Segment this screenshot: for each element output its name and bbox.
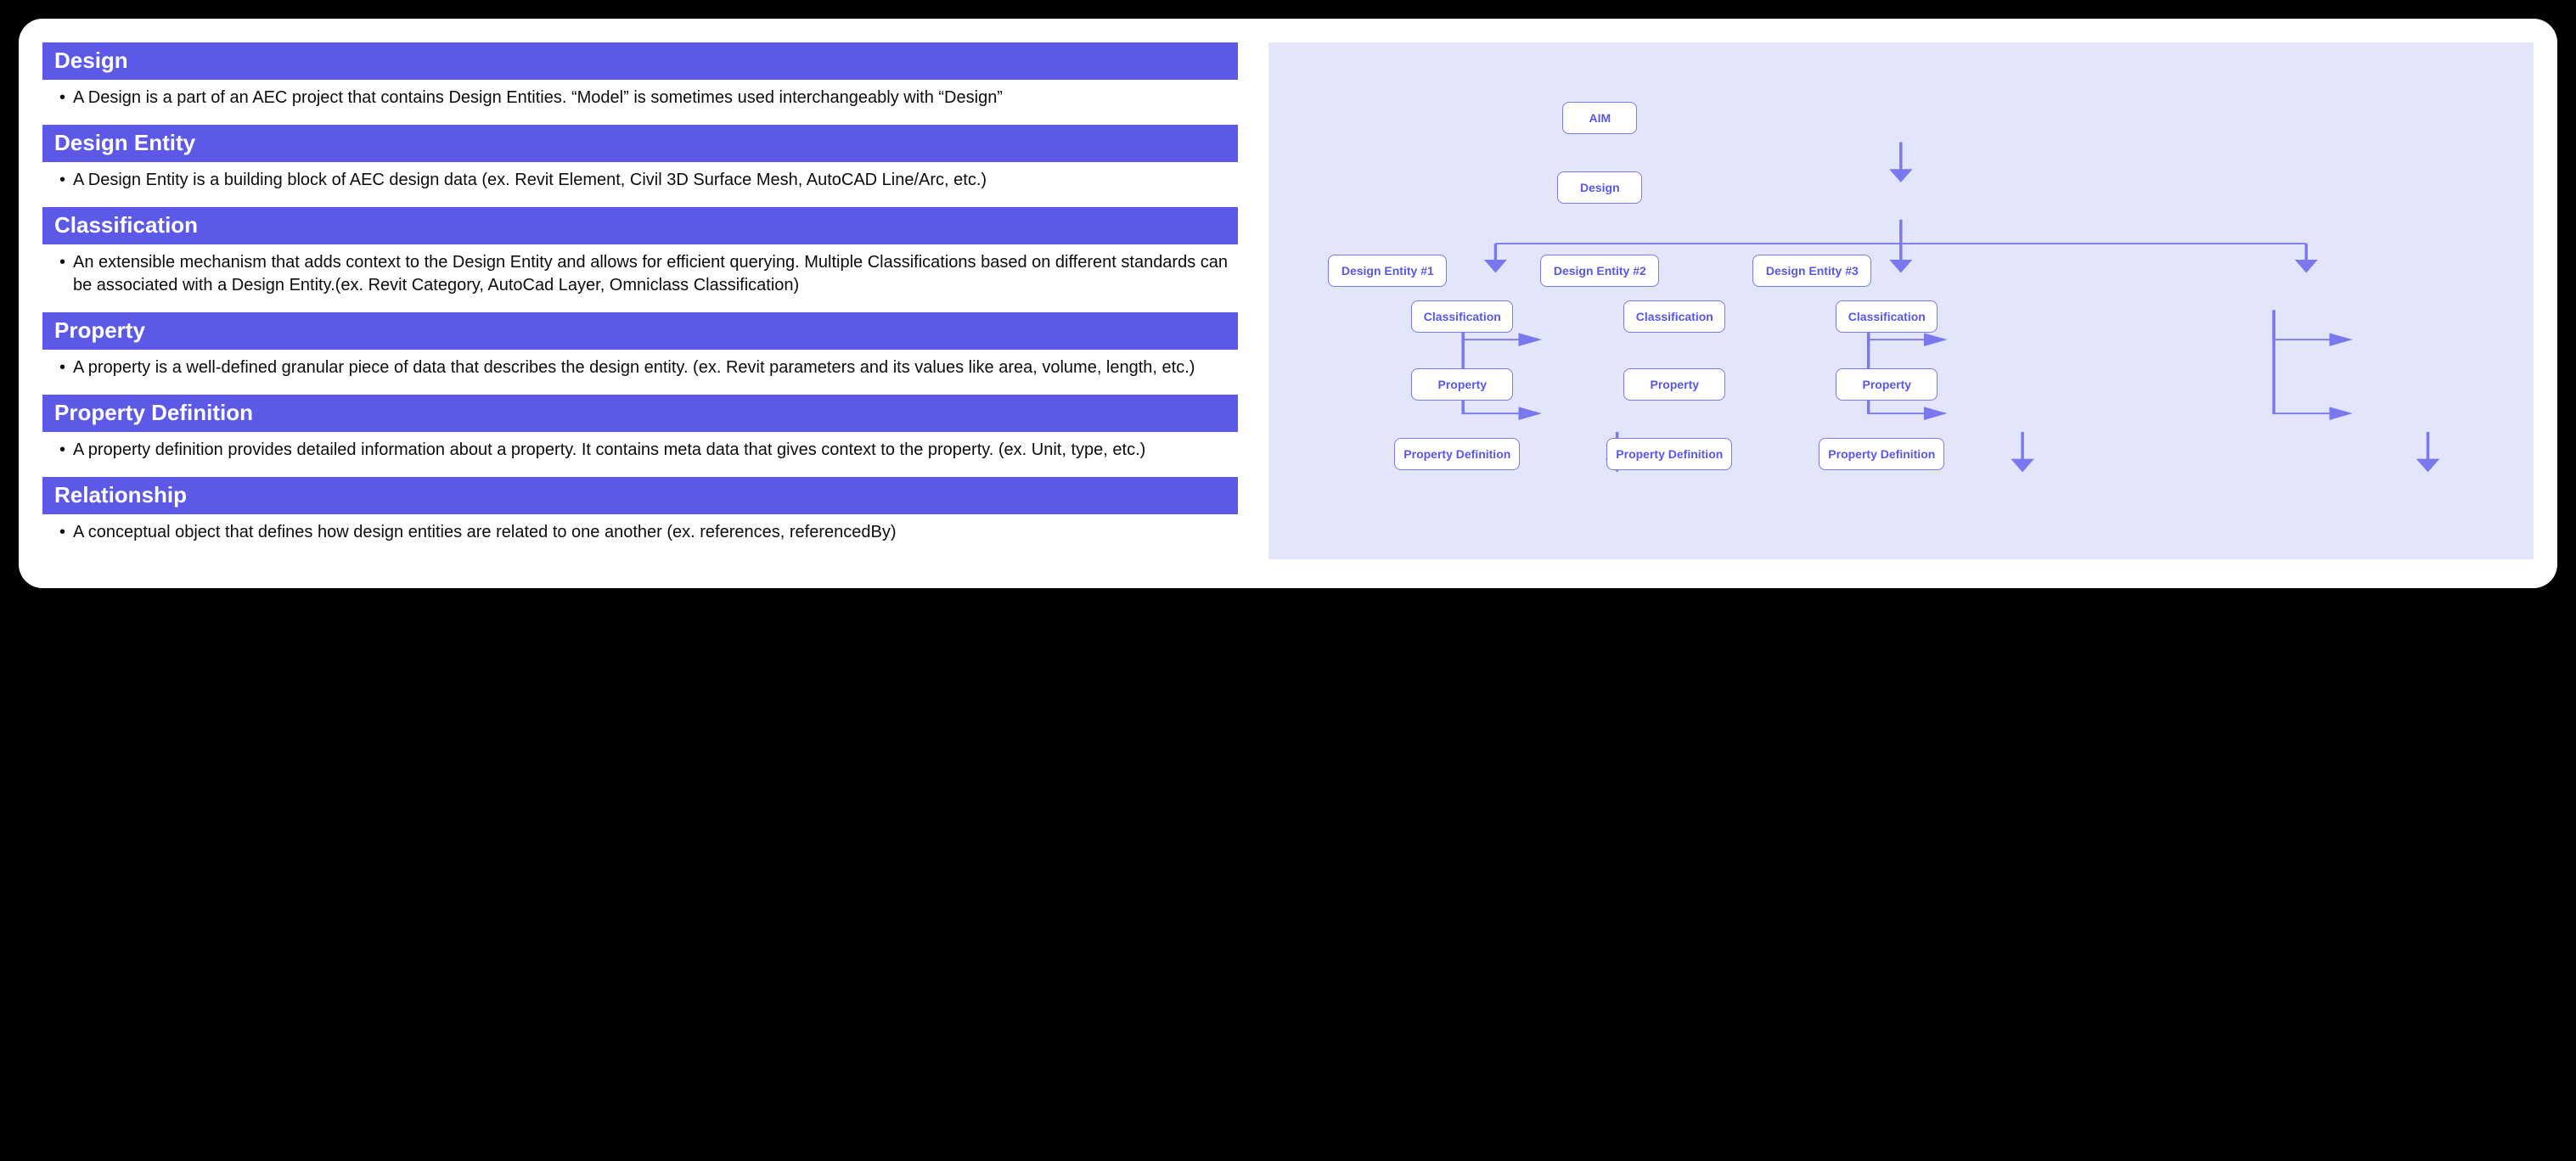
definition-body: A property definition provides detailed … — [42, 432, 1238, 474]
definition-property: Property A property is a well-defined gr… — [42, 312, 1238, 391]
definition-title: Property — [42, 312, 1238, 350]
node-property-1: Property — [1411, 368, 1513, 401]
definition-title: Relationship — [42, 477, 1238, 514]
node-design: Design — [1557, 171, 1642, 204]
node-classification-1: Classification — [1411, 300, 1513, 333]
slide-frame: Design A Design is a part of an AEC proj… — [19, 19, 2557, 588]
node-property-2: Property — [1623, 368, 1725, 401]
node-classification-2: Classification — [1623, 300, 1725, 333]
definition-body: A Design is a part of an AEC project tha… — [42, 80, 1238, 121]
node-propdef-3: Property Definition — [1819, 438, 1944, 470]
node-aim: AIM — [1562, 102, 1637, 134]
definition-title: Design — [42, 42, 1238, 80]
definition-design-entity: Design Entity A Design Entity is a build… — [42, 125, 1238, 204]
node-propdef-2: Property Definition — [1606, 438, 1732, 470]
definition-body: A conceptual object that defines how des… — [42, 514, 1238, 556]
definition-body: A property is a well-defined granular pi… — [42, 350, 1238, 391]
node-design-entity-1: Design Entity #1 — [1328, 255, 1447, 287]
definition-body: An extensible mechanism that adds contex… — [42, 244, 1238, 309]
definition-relationship: Relationship A conceptual object that de… — [42, 477, 1238, 556]
definition-body: A Design Entity is a building block of A… — [42, 162, 1238, 204]
definition-classification: Classification An extensible mechanism t… — [42, 207, 1238, 309]
node-design-entity-2: Design Entity #2 — [1540, 255, 1659, 287]
definitions-panel: Design A Design is a part of an AEC proj… — [42, 42, 1238, 559]
definition-title: Property Definition — [42, 395, 1238, 432]
definition-title: Design Entity — [42, 125, 1238, 162]
definition-property-definition: Property Definition A property definitio… — [42, 395, 1238, 474]
node-design-entity-3: Design Entity #3 — [1752, 255, 1871, 287]
definition-title: Classification — [42, 207, 1238, 244]
definition-design: Design A Design is a part of an AEC proj… — [42, 42, 1238, 121]
node-property-3: Property — [1836, 368, 1938, 401]
hierarchy-diagram: AIM Design Design Entity #1 Classificati… — [1268, 42, 2534, 559]
node-classification-3: Classification — [1836, 300, 1938, 333]
node-propdef-1: Property Definition — [1394, 438, 1520, 470]
